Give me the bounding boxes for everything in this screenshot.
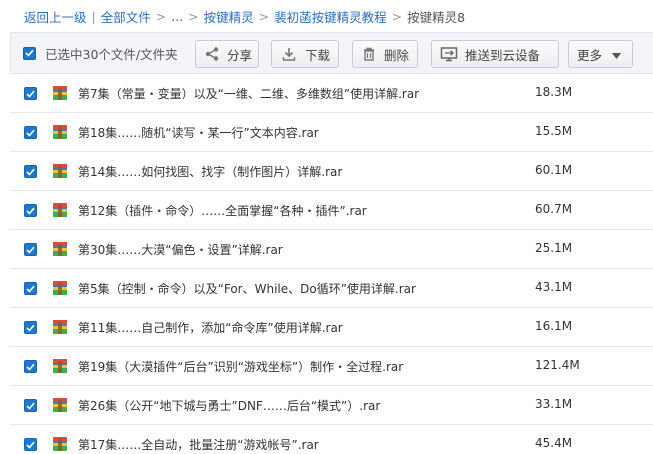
file-row[interactable]: 第11集……自己制作，添加“命令库”使用详解.rar 16.1M: [10, 308, 653, 347]
check-icon: [26, 168, 35, 176]
file-checkbox[interactable]: [24, 438, 37, 451]
rar-archive-icon: [52, 358, 68, 374]
share-button[interactable]: 分享: [195, 40, 259, 68]
push-to-device-label: 推送到云设备: [465, 47, 541, 63]
file-name[interactable]: 第14集……如何找图、找字（制作图片）详解.rar: [78, 163, 342, 180]
monitor-icon: [440, 45, 458, 63]
breadcrumb-ellipsis[interactable]: ...: [171, 9, 183, 24]
file-name[interactable]: 第18集……随机“读写・某一行”文本内容.rar: [78, 124, 319, 141]
file-checkbox[interactable]: [24, 87, 37, 100]
share-icon: [204, 45, 220, 63]
file-checkbox[interactable]: [24, 321, 37, 334]
file-name[interactable]: 第19集（大漠插件“后台”识别“游戏坐标”）制作・全过程.rar: [78, 358, 403, 375]
file-size: 45.4M: [535, 436, 573, 450]
select-all[interactable]: 已选中30个文件/文件夹: [23, 42, 178, 64]
rar-archive-icon: [52, 319, 68, 335]
check-icon: [26, 207, 35, 215]
rar-archive-icon: [52, 241, 68, 257]
breadcrumb-separator: >: [188, 8, 199, 24]
push-to-device-button[interactable]: 推送到云设备: [431, 40, 559, 68]
selection-count-text: 已选中30个文件/文件夹: [45, 46, 178, 62]
breadcrumb-folder-link[interactable]: 按键精灵: [204, 7, 254, 26]
rar-archive-icon: [52, 436, 68, 452]
rar-archive-icon: [52, 163, 68, 179]
breadcrumb-current: 按键精灵8: [407, 9, 466, 25]
check-icon: [26, 90, 35, 98]
file-size: 16.1M: [535, 319, 573, 333]
check-icon: [26, 324, 35, 332]
select-all-checkbox[interactable]: [23, 46, 36, 60]
breadcrumb-separator: >: [258, 8, 270, 24]
file-row[interactable]: 第14集……如何找图、找字（制作图片）详解.rar 60.1M: [10, 152, 653, 191]
delete-button[interactable]: 删除: [352, 40, 418, 68]
check-icon: [25, 49, 34, 57]
file-size: 121.4M: [535, 358, 580, 372]
share-label: 分享: [227, 47, 253, 63]
file-name[interactable]: 第30集……大漠“偏色・设置”详解.rar: [78, 241, 283, 258]
file-checkbox[interactable]: [24, 243, 37, 256]
more-label: 更多: [577, 47, 603, 63]
rar-archive-icon: [52, 202, 68, 218]
caret-down-icon: [612, 47, 622, 62]
breadcrumb-separator: >: [155, 8, 167, 24]
all-files-link[interactable]: 全部文件: [101, 7, 151, 26]
file-name[interactable]: 第7集（常量・变量）以及“一维、二维、多维数组”使用详解.rar: [78, 85, 419, 102]
breadcrumb-folder-link[interactable]: 裴初菡按键精灵教程: [274, 7, 387, 26]
check-icon: [26, 285, 35, 293]
check-icon: [26, 246, 35, 254]
rar-archive-icon: [52, 124, 68, 140]
file-row[interactable]: 第5集（控制・命令）以及“For、While、Do循环”使用详解.rar 43.1…: [10, 269, 653, 308]
rar-archive-icon: [52, 397, 68, 413]
file-row[interactable]: 第18集……随机“读写・某一行”文本内容.rar 15.5M: [10, 113, 653, 152]
file-name[interactable]: 第5集（控制・命令）以及“For、While、Do循环”使用详解.rar: [78, 280, 416, 297]
breadcrumb: 返回上一级 | 全部文件 > ... > 按键精灵 > 裴初菡按键精灵教程 > …: [0, 0, 653, 32]
more-menu-button[interactable]: 更多: [568, 40, 633, 68]
file-checkbox[interactable]: [24, 282, 37, 295]
file-checkbox[interactable]: [24, 204, 37, 217]
file-row[interactable]: 第26集（公开“地下城与勇士”DNF……后台“模式”）.rar 33.1M: [10, 386, 653, 425]
file-checkbox[interactable]: [24, 360, 37, 373]
file-row[interactable]: 第19集（大漠插件“后台”识别“游戏坐标”）制作・全过程.rar 121.4M: [10, 347, 653, 386]
file-size: 25.1M: [535, 241, 573, 255]
file-checkbox[interactable]: [24, 399, 37, 412]
file-size: 60.1M: [535, 163, 573, 177]
check-icon: [26, 441, 35, 449]
file-name[interactable]: 第17集……全自动，批量注册“游戏帐号”.rar: [78, 436, 319, 453]
file-name[interactable]: 第26集（公开“地下城与勇士”DNF……后台“模式”）.rar: [78, 397, 380, 414]
file-row[interactable]: 第30集……大漠“偏色・设置”详解.rar 25.1M: [10, 230, 653, 269]
file-checkbox[interactable]: [24, 126, 37, 139]
file-row[interactable]: 第7集（常量・变量）以及“一维、二维、多维数组”使用详解.rar 18.3M: [10, 74, 653, 113]
file-name[interactable]: 第12集（插件・命令）……全面掌握“各种・插件”.rar: [78, 202, 367, 219]
rar-archive-icon: [52, 280, 68, 296]
check-icon: [26, 402, 35, 410]
file-row[interactable]: 第17集……全自动，批量注册“游戏帐号”.rar 45.4M: [10, 425, 653, 454]
file-name[interactable]: 第11集……自己制作，添加“命令库”使用详解.rar: [78, 319, 343, 336]
file-list: 第7集（常量・变量）以及“一维、二维、多维数组”使用详解.rar 18.3M 第18…: [10, 74, 653, 454]
download-button[interactable]: 下载: [271, 40, 339, 68]
download-label: 下载: [304, 47, 330, 63]
file-toolbar: 已选中30个文件/文件夹 分享 下载 删除 推送到云设备 更多: [10, 32, 653, 74]
check-icon: [26, 129, 35, 137]
trash-icon: [361, 45, 377, 63]
breadcrumb-separator: >: [391, 8, 403, 24]
file-size: 43.1M: [535, 280, 573, 294]
check-icon: [26, 363, 35, 371]
rar-archive-icon: [52, 85, 68, 101]
file-size: 60.7M: [535, 202, 573, 216]
file-row[interactable]: 第12集（插件・命令）……全面掌握“各种・插件”.rar 60.7M: [10, 191, 653, 230]
file-size: 15.5M: [535, 124, 573, 138]
download-icon: [280, 45, 298, 63]
breadcrumb-divider: |: [91, 8, 96, 24]
file-checkbox[interactable]: [24, 165, 37, 178]
file-size: 18.3M: [535, 85, 573, 99]
back-link[interactable]: 返回上一级: [24, 7, 87, 26]
file-size: 33.1M: [535, 397, 573, 411]
delete-label: 删除: [384, 47, 410, 63]
